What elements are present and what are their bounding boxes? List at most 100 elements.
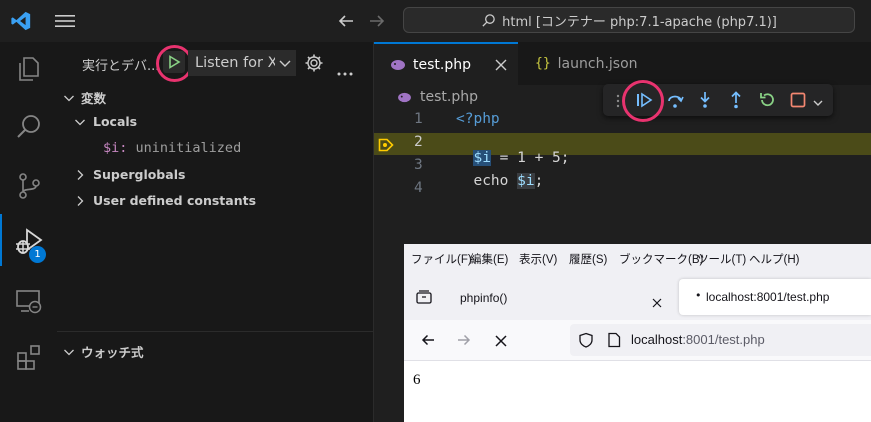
- step-into-icon[interactable]: [696, 91, 714, 113]
- chevron-down-icon: [75, 119, 85, 125]
- browser-forward-icon[interactable]: [456, 332, 472, 352]
- page-info-icon[interactable]: [607, 332, 621, 352]
- locals-label: Locals: [93, 114, 138, 129]
- url-bar[interactable]: localhost:8001/test.php: [570, 324, 871, 356]
- code-text: ;: [534, 173, 544, 189]
- page-content: 6: [404, 361, 871, 422]
- source-control-icon[interactable]: [0, 159, 57, 213]
- page-output: 6: [413, 372, 421, 388]
- tab-label: test.php: [413, 56, 471, 73]
- menu-edit[interactable]: 編集(E): [470, 251, 508, 267]
- extensions-icon[interactable]: [0, 330, 57, 384]
- user-constants-label: User defined constants: [93, 193, 257, 208]
- launch-config-label: Listen for X: [195, 55, 275, 71]
- url-path: :8001/test.php: [682, 332, 765, 347]
- chevron-down-icon[interactable]: [812, 94, 824, 113]
- user-constants-scope[interactable]: User defined constants: [73, 193, 256, 208]
- chevron-down-icon: [279, 60, 291, 67]
- tab-test-php[interactable]: test.php: [374, 42, 518, 85]
- search-activity-icon[interactable]: [0, 100, 57, 154]
- browser-menubar: ファイル(F) 編集(E) 表示(V) 履歴(S) ブックマーク(B) ツール(…: [404, 244, 871, 273]
- command-center[interactable]: html [コンテナー php:7.1-apache (php7.1)]: [403, 7, 855, 33]
- editor-tabs: test.php {} launch.json: [374, 42, 871, 85]
- back-arrow-icon[interactable]: [336, 11, 356, 35]
- restart-icon[interactable]: [758, 91, 776, 113]
- browser-tab-label: localhost:8001/test.php: [706, 290, 830, 304]
- browser-tabbar: phpinfo() • localhost:8001/test.php: [404, 273, 871, 320]
- json-braces-icon: {}: [535, 56, 551, 71]
- code-keyword: echo: [473, 173, 518, 189]
- tab-launch-json[interactable]: {} launch.json: [518, 42, 658, 85]
- watch-label: ウォッチ式: [81, 345, 144, 360]
- menu-icon[interactable]: [54, 12, 76, 34]
- shield-icon[interactable]: [578, 332, 594, 352]
- tab-list-icon[interactable]: [416, 289, 432, 308]
- variable-row[interactable]: $i: uninitialized: [103, 140, 241, 156]
- breadcrumb-file: test.php: [420, 89, 478, 105]
- debug-arrow-icon: [378, 137, 394, 156]
- line-number: 4: [414, 180, 423, 196]
- menu-history[interactable]: 履歴(S): [569, 251, 607, 267]
- menu-bookmarks[interactable]: ブックマーク(B): [619, 251, 703, 267]
- php-elephant-icon: [398, 92, 411, 102]
- code-variable: $i: [517, 173, 535, 189]
- watch-section-header[interactable]: ウォッチ式: [62, 342, 144, 361]
- sidebar-title: 実行とデバ...: [82, 59, 160, 74]
- variables-section-header[interactable]: 変数: [62, 88, 106, 107]
- menu-view[interactable]: 表示(V): [519, 251, 557, 267]
- tab-label: launch.json: [557, 55, 638, 72]
- menu-file[interactable]: ファイル(F): [411, 251, 472, 267]
- line-number: 1: [414, 111, 423, 127]
- line-number: 3: [414, 157, 423, 173]
- step-over-icon[interactable]: [666, 91, 684, 113]
- chevron-down-icon: [64, 95, 74, 101]
- command-center-label: html [コンテナー php:7.1-apache (php7.1)]: [502, 14, 777, 30]
- debug-sidebar: 実行とデバ... Listen for X 変数 Locals $i: unin…: [57, 42, 374, 422]
- chevron-right-icon: [77, 195, 84, 206]
- gear-icon[interactable]: [304, 53, 324, 77]
- search-icon: [482, 13, 495, 27]
- current-line-highlight: [374, 133, 871, 155]
- explorer-icon[interactable]: [0, 42, 57, 96]
- run-debug-icon[interactable]: 1: [0, 214, 57, 268]
- close-icon[interactable]: [652, 293, 662, 312]
- superglobals-label: Superglobals: [93, 167, 186, 182]
- superglobals-scope[interactable]: Superglobals: [73, 167, 185, 182]
- locals-scope[interactable]: Locals: [73, 114, 137, 129]
- stop-icon[interactable]: [790, 92, 806, 112]
- debug-badge: 1: [29, 246, 46, 263]
- chevron-right-icon: [77, 169, 84, 180]
- vscode-logo-icon: [10, 10, 32, 36]
- close-icon[interactable]: [495, 59, 507, 71]
- tab-dot-icon: •: [695, 289, 702, 302]
- browser-tab-active[interactable]: • localhost:8001/test.php: [679, 279, 871, 315]
- activity-bar: 1: [0, 42, 58, 422]
- browser-navbar: localhost:8001/test.php: [404, 320, 871, 361]
- highlight-circle: [622, 80, 664, 122]
- more-actions-icon[interactable]: [337, 61, 353, 80]
- launch-config-select[interactable]: Listen for X: [188, 50, 296, 76]
- menu-help[interactable]: ヘルプ(H): [749, 251, 799, 267]
- remote-explorer-icon[interactable]: [0, 274, 57, 328]
- menu-tools[interactable]: ツール(T): [697, 251, 746, 267]
- browser-tab-phpinfo[interactable]: phpinfo(): [460, 291, 507, 305]
- section-divider: [57, 331, 373, 332]
- browser-back-icon[interactable]: [420, 332, 436, 352]
- url-text: localhost:8001/test.php: [631, 332, 765, 347]
- variable-value: uninitialized: [135, 140, 242, 156]
- line-number: 2: [414, 134, 423, 150]
- code-line: <?php: [456, 111, 500, 127]
- code-line: echo $i;: [456, 157, 543, 189]
- breadcrumb[interactable]: test.php: [397, 89, 478, 105]
- drag-handle-icon[interactable]: [615, 93, 621, 112]
- browser-stop-icon[interactable]: [494, 333, 508, 352]
- forward-arrow-icon[interactable]: [367, 11, 387, 35]
- url-host: localhost: [631, 332, 683, 347]
- variables-label: 変数: [81, 91, 107, 106]
- step-out-icon[interactable]: [727, 91, 745, 113]
- variable-name: $i:: [103, 140, 128, 156]
- title-bar: html [コンテナー php:7.1-apache (php7.1)]: [0, 0, 871, 43]
- browser-window: ファイル(F) 編集(E) 表示(V) 履歴(S) ブックマーク(B) ツール(…: [404, 244, 871, 422]
- php-elephant-icon: [391, 59, 405, 70]
- chevron-down-icon: [64, 349, 74, 355]
